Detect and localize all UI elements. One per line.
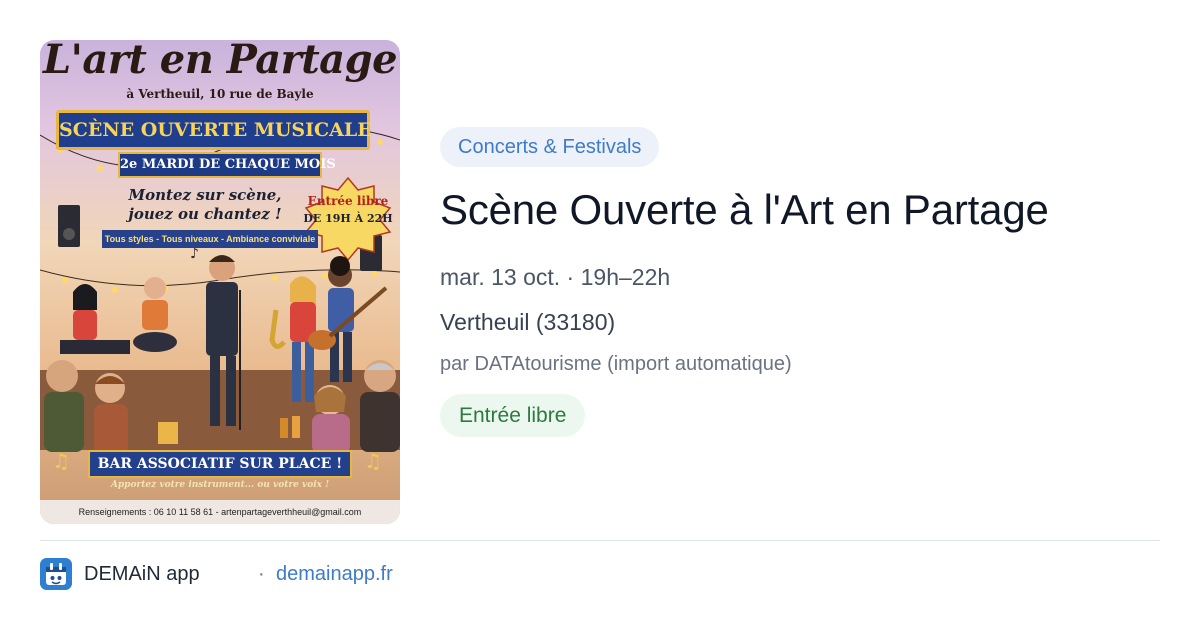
event-poster-image[interactable]: ♫ ♫ ♪ L'art en Partage à Vertheuil, 10 r…: [40, 40, 400, 524]
poster-styles: Tous styles - Tous niveaux - Ambiance co…: [102, 230, 318, 248]
event-share-card: ♫ ♫ ♪ L'art en Partage à Vertheuil, 10 r…: [0, 0, 1200, 630]
poster-title: L'art en Partage: [42, 40, 398, 83]
event-source: par DATAtourisme (import automatique): [440, 353, 792, 375]
footer: DEMAiN app · demainapp.fr: [40, 558, 640, 590]
poster-address: à Vertheuil, 10 rue de Bayle: [126, 87, 314, 101]
poster-entry-burst: Entrée libre DE 19H À 22H: [302, 182, 394, 244]
svg-text:♫: ♫: [364, 449, 382, 473]
category-badge[interactable]: Concerts & Festivals: [440, 127, 660, 167]
poster-banner: SCÈNE OUVERTE MUSICALE: [56, 110, 372, 150]
app-logo-icon: [40, 558, 72, 590]
poster-invite: Montez sur scène, jouez ou chantez !: [128, 186, 282, 223]
event-location: Vertheuil (33180): [440, 309, 616, 335]
app-website-link[interactable]: demainapp.fr: [276, 563, 393, 586]
app-name: DEMAiN app: [84, 563, 200, 585]
poster-contact: Renseignements : 06 10 11 58 61 - artenp…: [40, 500, 400, 524]
event-datetime: mar. 13 oct. · 19h–22h: [440, 264, 671, 290]
divider: [40, 540, 1160, 541]
svg-text:♪: ♪: [190, 246, 199, 262]
poster-entry-label: Entrée libre: [307, 194, 389, 208]
price-badge: Entrée libre: [440, 394, 586, 437]
poster-schedule: 2e MARDI DE CHAQUE MOIS: [118, 152, 336, 178]
poster-bar-banner: BAR ASSOCIATIF SUR PLACE !: [88, 450, 352, 478]
poster-bring-text: Apportez votre instrument... ou votre vo…: [110, 480, 330, 490]
event-title[interactable]: Scène Ouverte à l'Art en Partage: [440, 186, 1049, 234]
poster-entry-hours: DE 19H À 22H: [303, 212, 393, 225]
footer-separator: ·: [258, 563, 265, 585]
svg-text:♫: ♫: [52, 449, 70, 473]
